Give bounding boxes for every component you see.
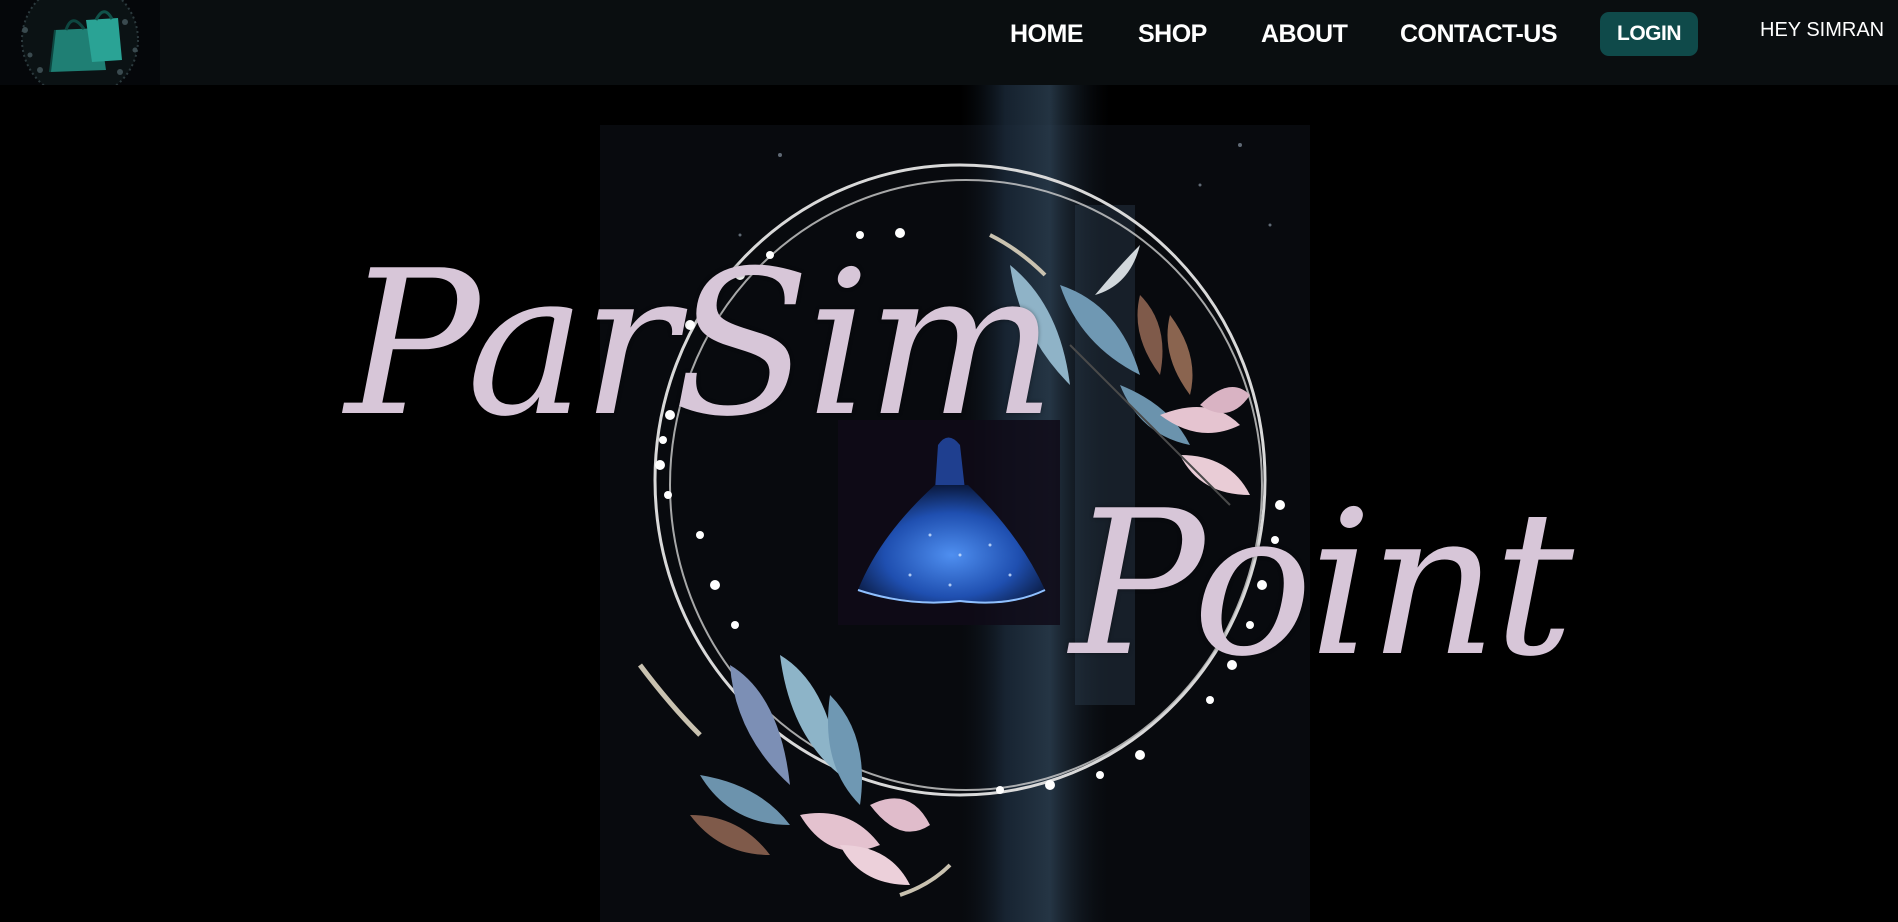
nav-shop-link[interactable]: SHOP	[1138, 20, 1207, 49]
hero-illustration	[600, 85, 1310, 922]
shopping-bags-icon	[21, 0, 139, 85]
navbar: HOME SHOP ABOUT CONTACT-US LOGIN HEY SIM…	[0, 0, 1898, 85]
nav-about-link[interactable]: ABOUT	[1261, 20, 1348, 49]
nav-home-link[interactable]: HOME	[1010, 20, 1084, 49]
hero-banner: ParSim Point	[0, 85, 1898, 922]
login-button[interactable]: LOGIN	[1600, 12, 1698, 56]
nav-contact-link[interactable]: CONTACT-US	[1400, 20, 1558, 49]
brand-title-line-1: ParSim	[345, 228, 1056, 461]
brand-title-line-2: Point	[1070, 468, 1574, 701]
user-greeting: HEY SIMRAN	[1760, 19, 1885, 41]
logo[interactable]	[0, 0, 160, 85]
